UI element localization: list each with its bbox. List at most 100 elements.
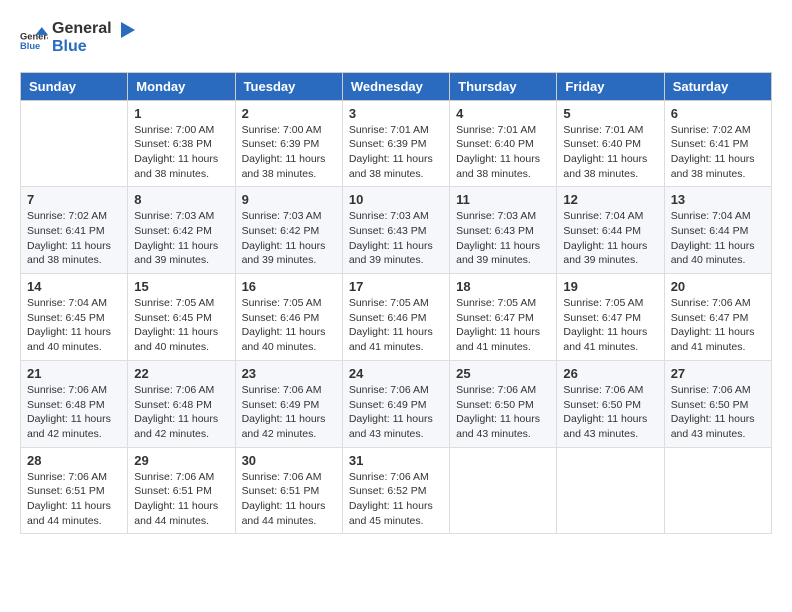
day-info: Sunrise: 7:06 AMSunset: 6:47 PMDaylight:… bbox=[671, 296, 765, 355]
day-info: Sunrise: 7:01 AMSunset: 6:40 PMDaylight:… bbox=[456, 123, 550, 182]
day-info: Sunrise: 7:06 AMSunset: 6:50 PMDaylight:… bbox=[671, 383, 765, 442]
day-number: 3 bbox=[349, 106, 443, 121]
weekday-header-sunday: Sunday bbox=[21, 72, 128, 100]
day-info: Sunrise: 7:06 AMSunset: 6:50 PMDaylight:… bbox=[563, 383, 657, 442]
calendar-cell: 16 Sunrise: 7:05 AMSunset: 6:46 PMDayligh… bbox=[235, 274, 342, 361]
weekday-header-tuesday: Tuesday bbox=[235, 72, 342, 100]
weekday-header-thursday: Thursday bbox=[450, 72, 557, 100]
calendar-cell: 8 Sunrise: 7:03 AMSunset: 6:42 PMDaylight… bbox=[128, 187, 235, 274]
day-number: 5 bbox=[563, 106, 657, 121]
calendar-cell: 25 Sunrise: 7:06 AMSunset: 6:50 PMDayligh… bbox=[450, 360, 557, 447]
svg-text:Blue: Blue bbox=[20, 41, 40, 51]
day-number: 31 bbox=[349, 453, 443, 468]
week-row-4: 21 Sunrise: 7:06 AMSunset: 6:48 PMDayligh… bbox=[21, 360, 772, 447]
day-number: 19 bbox=[563, 279, 657, 294]
logo-icon: General Blue bbox=[20, 24, 48, 52]
day-info: Sunrise: 7:01 AMSunset: 6:39 PMDaylight:… bbox=[349, 123, 443, 182]
day-number: 16 bbox=[242, 279, 336, 294]
day-number: 27 bbox=[671, 366, 765, 381]
day-number: 28 bbox=[27, 453, 121, 468]
day-number: 8 bbox=[134, 192, 228, 207]
weekday-header-wednesday: Wednesday bbox=[342, 72, 449, 100]
day-info: Sunrise: 7:05 AMSunset: 6:46 PMDaylight:… bbox=[242, 296, 336, 355]
day-info: Sunrise: 7:03 AMSunset: 6:43 PMDaylight:… bbox=[456, 209, 550, 268]
calendar-cell: 29 Sunrise: 7:06 AMSunset: 6:51 PMDayligh… bbox=[128, 447, 235, 534]
calendar-cell: 31 Sunrise: 7:06 AMSunset: 6:52 PMDayligh… bbox=[342, 447, 449, 534]
calendar-cell: 18 Sunrise: 7:05 AMSunset: 6:47 PMDayligh… bbox=[450, 274, 557, 361]
calendar-cell: 19Sunrise: 7:05 AMSunset: 6:47 PMDayligh… bbox=[557, 274, 664, 361]
day-number: 22 bbox=[134, 366, 228, 381]
day-info: Sunrise: 7:02 AMSunset: 6:41 PMDaylight:… bbox=[27, 209, 121, 268]
calendar-cell bbox=[450, 447, 557, 534]
day-number: 9 bbox=[242, 192, 336, 207]
day-info: Sunrise: 7:00 AMSunset: 6:38 PMDaylight:… bbox=[134, 123, 228, 182]
day-number: 17 bbox=[349, 279, 443, 294]
weekday-header-row: SundayMondayTuesdayWednesdayThursdayFrid… bbox=[21, 72, 772, 100]
day-info: Sunrise: 7:05 AMSunset: 6:47 PMDaylight:… bbox=[456, 296, 550, 355]
logo-general: General bbox=[52, 20, 112, 37]
day-number: 23 bbox=[242, 366, 336, 381]
day-info: Sunrise: 7:06 AMSunset: 6:51 PMDaylight:… bbox=[242, 470, 336, 529]
day-number: 4 bbox=[456, 106, 550, 121]
day-info: Sunrise: 7:06 AMSunset: 6:49 PMDaylight:… bbox=[242, 383, 336, 442]
logo: General Blue General Blue bbox=[20, 20, 135, 56]
day-number: 12 bbox=[563, 192, 657, 207]
calendar-cell: 21 Sunrise: 7:06 AMSunset: 6:48 PMDayligh… bbox=[21, 360, 128, 447]
day-number: 10 bbox=[349, 192, 443, 207]
calendar-cell: 9 Sunrise: 7:03 AMSunset: 6:42 PMDaylight… bbox=[235, 187, 342, 274]
calendar-cell: 24Sunrise: 7:06 AMSunset: 6:49 PMDayligh… bbox=[342, 360, 449, 447]
calendar-cell bbox=[21, 100, 128, 187]
day-info: Sunrise: 7:06 AMSunset: 6:48 PMDaylight:… bbox=[134, 383, 228, 442]
day-number: 1 bbox=[134, 106, 228, 121]
calendar-cell: 1 Sunrise: 7:00 AMSunset: 6:38 PMDaylight… bbox=[128, 100, 235, 187]
week-row-2: 7Sunrise: 7:02 AMSunset: 6:41 PMDaylight… bbox=[21, 187, 772, 274]
calendar-cell: 30 Sunrise: 7:06 AMSunset: 6:51 PMDayligh… bbox=[235, 447, 342, 534]
calendar-cell: 11Sunrise: 7:03 AMSunset: 6:43 PMDayligh… bbox=[450, 187, 557, 274]
day-info: Sunrise: 7:01 AMSunset: 6:40 PMDaylight:… bbox=[563, 123, 657, 182]
day-number: 29 bbox=[134, 453, 228, 468]
calendar-cell bbox=[557, 447, 664, 534]
day-number: 26 bbox=[563, 366, 657, 381]
day-number: 24 bbox=[349, 366, 443, 381]
day-number: 21 bbox=[27, 366, 121, 381]
calendar-cell: 23 Sunrise: 7:06 AMSunset: 6:49 PMDayligh… bbox=[235, 360, 342, 447]
day-number: 20 bbox=[671, 279, 765, 294]
calendar-cell: 6 Sunrise: 7:02 AMSunset: 6:41 PMDaylight… bbox=[664, 100, 771, 187]
day-info: Sunrise: 7:05 AMSunset: 6:45 PMDaylight:… bbox=[134, 296, 228, 355]
calendar-cell: 15Sunrise: 7:05 AMSunset: 6:45 PMDayligh… bbox=[128, 274, 235, 361]
day-info: Sunrise: 7:04 AMSunset: 6:44 PMDaylight:… bbox=[563, 209, 657, 268]
day-info: Sunrise: 7:06 AMSunset: 6:52 PMDaylight:… bbox=[349, 470, 443, 529]
day-info: Sunrise: 7:04 AMSunset: 6:44 PMDaylight:… bbox=[671, 209, 765, 268]
day-info: Sunrise: 7:03 AMSunset: 6:42 PMDaylight:… bbox=[242, 209, 336, 268]
day-info: Sunrise: 7:03 AMSunset: 6:43 PMDaylight:… bbox=[349, 209, 443, 268]
day-info: Sunrise: 7:06 AMSunset: 6:51 PMDaylight:… bbox=[134, 470, 228, 529]
calendar-cell: 12 Sunrise: 7:04 AMSunset: 6:44 PMDayligh… bbox=[557, 187, 664, 274]
day-number: 13 bbox=[671, 192, 765, 207]
day-info: Sunrise: 7:06 AMSunset: 6:51 PMDaylight:… bbox=[27, 470, 121, 529]
calendar-cell: 4 Sunrise: 7:01 AMSunset: 6:40 PMDaylight… bbox=[450, 100, 557, 187]
calendar-cell: 10 Sunrise: 7:03 AMSunset: 6:43 PMDayligh… bbox=[342, 187, 449, 274]
day-info: Sunrise: 7:06 AMSunset: 6:50 PMDaylight:… bbox=[456, 383, 550, 442]
day-info: Sunrise: 7:02 AMSunset: 6:41 PMDaylight:… bbox=[671, 123, 765, 182]
day-info: Sunrise: 7:04 AMSunset: 6:45 PMDaylight:… bbox=[27, 296, 121, 355]
calendar-cell: 20 Sunrise: 7:06 AMSunset: 6:47 PMDayligh… bbox=[664, 274, 771, 361]
week-row-1: 1 Sunrise: 7:00 AMSunset: 6:38 PMDaylight… bbox=[21, 100, 772, 187]
day-number: 18 bbox=[456, 279, 550, 294]
calendar-cell: 13 Sunrise: 7:04 AMSunset: 6:44 PMDayligh… bbox=[664, 187, 771, 274]
calendar-cell: 27 Sunrise: 7:06 AMSunset: 6:50 PMDayligh… bbox=[664, 360, 771, 447]
day-info: Sunrise: 7:03 AMSunset: 6:42 PMDaylight:… bbox=[134, 209, 228, 268]
weekday-header-friday: Friday bbox=[557, 72, 664, 100]
day-info: Sunrise: 7:06 AMSunset: 6:48 PMDaylight:… bbox=[27, 383, 121, 442]
day-number: 6 bbox=[671, 106, 765, 121]
day-info: Sunrise: 7:00 AMSunset: 6:39 PMDaylight:… bbox=[242, 123, 336, 182]
calendar-cell: 26 Sunrise: 7:06 AMSunset: 6:50 PMDayligh… bbox=[557, 360, 664, 447]
week-row-5: 28 Sunrise: 7:06 AMSunset: 6:51 PMDayligh… bbox=[21, 447, 772, 534]
calendar-cell: 14Sunrise: 7:04 AMSunset: 6:45 PMDayligh… bbox=[21, 274, 128, 361]
day-number: 25 bbox=[456, 366, 550, 381]
logo-blue: Blue bbox=[52, 38, 135, 56]
calendar-cell: 7Sunrise: 7:02 AMSunset: 6:41 PMDaylight… bbox=[21, 187, 128, 274]
weekday-header-saturday: Saturday bbox=[664, 72, 771, 100]
day-number: 30 bbox=[242, 453, 336, 468]
calendar-cell: 17Sunrise: 7:05 AMSunset: 6:46 PMDayligh… bbox=[342, 274, 449, 361]
calendar-table: SundayMondayTuesdayWednesdayThursdayFrid… bbox=[20, 72, 772, 535]
